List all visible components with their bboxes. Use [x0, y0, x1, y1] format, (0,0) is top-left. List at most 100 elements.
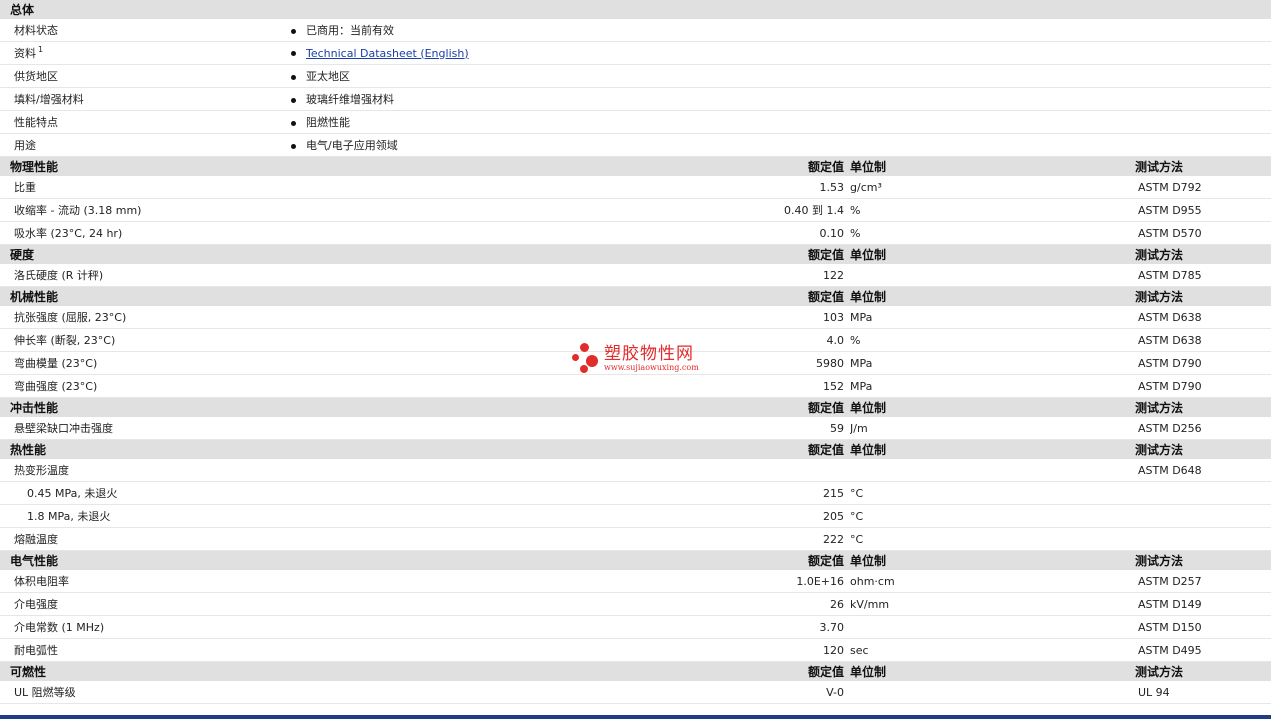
overview-value: 阻燃性能	[306, 116, 350, 129]
property-value: 4.0	[285, 328, 850, 352]
unit-header: 单位制	[850, 286, 1135, 306]
test-method: ASTM D792	[1135, 176, 1271, 199]
property-unit: MPa	[850, 374, 1135, 398]
section-title: 可燃性	[0, 661, 285, 681]
test-method: ASTM D495	[1135, 638, 1271, 662]
test-method: ASTM D638	[1135, 328, 1271, 352]
test-method: ASTM D570	[1135, 221, 1271, 245]
test-method: ASTM D149	[1135, 592, 1271, 616]
property-label: 抗张强度 (屈服, 23°C)	[0, 306, 285, 329]
section-title: 总体	[0, 0, 1271, 19]
bullet-icon	[291, 120, 296, 126]
test-method: ASTM D785	[1135, 264, 1271, 287]
property-unit: MPa	[850, 351, 1135, 375]
nominal-header: 额定值	[285, 550, 850, 570]
unit-header: 单位制	[850, 244, 1135, 264]
method-header: 测试方法	[1135, 286, 1271, 306]
method-header: 测试方法	[1135, 244, 1271, 264]
overview-row: 性能特点 阻燃性能	[0, 110, 1271, 134]
property-row: 抗张强度 (屈服, 23°C) 103 MPa ASTM D638	[0, 306, 1271, 329]
property-value: 122	[285, 264, 850, 287]
property-value: 0.10	[285, 221, 850, 245]
property-label: 热变形温度	[0, 459, 285, 482]
test-method: UL 94	[1135, 681, 1271, 704]
property-value: 120	[285, 638, 850, 662]
property-unit: %	[850, 198, 1135, 222]
test-method: ASTM D257	[1135, 570, 1271, 593]
property-row: 吸水率 (23°C, 24 hr) 0.10% ASTM D570	[0, 221, 1271, 245]
property-row: 0.45 MPa, 未退火 215 °C	[0, 481, 1271, 505]
test-method: ASTM D955	[1135, 198, 1271, 222]
property-unit: °C	[850, 527, 1135, 551]
property-unit	[850, 459, 1135, 482]
overview-value: 亚太地区	[306, 70, 350, 83]
method-header: 测试方法	[1135, 439, 1271, 459]
test-method	[1135, 504, 1271, 528]
watermark-logo: 塑胶物性网 www.sujiaowuxing.com	[572, 343, 699, 375]
unit-header: 单位制	[850, 397, 1135, 417]
property-value: 1.0E+16	[285, 570, 850, 593]
method-header: 测试方法	[1135, 661, 1271, 681]
molecule-icon	[572, 343, 602, 375]
property-label: 介电常数 (1 MHz)	[0, 615, 285, 639]
overview-label: 填料/增强材料	[0, 87, 285, 111]
overview-row: 填料/增强材料 玻璃纤维增强材料	[0, 87, 1271, 111]
property-label: 比重	[0, 176, 285, 199]
property-label: 0.45 MPa, 未退火	[0, 481, 285, 505]
property-row: 弯曲强度 (23°C) 152 MPa ASTM D790	[0, 374, 1271, 398]
property-value	[285, 459, 850, 482]
property-unit	[850, 615, 1135, 639]
nominal-header: 额定值	[285, 397, 850, 417]
section-header: 热性能 额定值 单位制 测试方法	[0, 439, 1271, 459]
overview-label: 供货地区	[0, 64, 285, 88]
property-value: 205	[285, 504, 850, 528]
unit-header: 单位制	[850, 439, 1135, 459]
nominal-header: 额定值	[285, 286, 850, 306]
property-label: 悬壁梁缺口冲击强度	[0, 417, 285, 440]
section-header: 物理性能 额定值 单位制 测试方法	[0, 156, 1271, 176]
section-header: 电气性能 额定值 单位制 测试方法	[0, 550, 1271, 570]
property-row: 悬壁梁缺口冲击强度 59 J/m ASTM D256	[0, 417, 1271, 440]
bullet-icon	[291, 51, 296, 56]
property-value: 215	[285, 481, 850, 505]
property-value: 152	[285, 374, 850, 398]
watermark-url: www.sujiaowuxing.com	[604, 363, 699, 372]
property-label: UL 阻燃等级	[0, 681, 285, 704]
property-unit: %	[850, 221, 1135, 245]
section-title: 热性能	[0, 439, 285, 459]
section-title: 硬度	[0, 244, 285, 264]
property-label: 吸水率 (23°C, 24 hr)	[0, 221, 285, 245]
nominal-header: 额定值	[285, 156, 850, 176]
property-row: 1.8 MPa, 未退火 205 °C	[0, 504, 1271, 528]
unit-header: 单位制	[850, 156, 1135, 176]
property-row: 体积电阻率 1.0E+16 ohm·cm ASTM D257	[0, 570, 1271, 593]
bottom-scroll-bar	[0, 715, 1271, 719]
section-title: 冲击性能	[0, 397, 285, 417]
property-row: 洛氏硬度 (R 计秤) 122 ASTM D785	[0, 264, 1271, 287]
method-header: 测试方法	[1135, 156, 1271, 176]
overview-value: 玻璃纤维增强材料	[306, 93, 394, 106]
bullet-icon	[291, 28, 296, 34]
property-unit: J/m	[850, 417, 1135, 440]
section-header: 可燃性 额定值 单位制 测试方法	[0, 661, 1271, 681]
section-header: 硬度 额定值 单位制 测试方法	[0, 244, 1271, 264]
overview-label: 性能特点	[0, 110, 285, 134]
property-label: 熔融温度	[0, 527, 285, 551]
property-value: 5980	[285, 351, 850, 375]
property-unit: °C	[850, 481, 1135, 505]
property-unit: %	[850, 328, 1135, 352]
property-value: 59	[285, 417, 850, 440]
bullet-icon	[291, 74, 296, 80]
unit-header: 单位制	[850, 661, 1135, 681]
property-row: 热变形温度 ASTM D648	[0, 459, 1271, 482]
overview-label: 用途	[0, 133, 285, 157]
test-method	[1135, 527, 1271, 551]
overview-row: 资料 1 Technical Datasheet (English)	[0, 41, 1271, 65]
property-row: 耐电弧性 120 sec ASTM D495	[0, 638, 1271, 662]
test-method: ASTM D256	[1135, 417, 1271, 440]
overview-label: 材料状态	[0, 19, 285, 42]
test-method: ASTM D790	[1135, 351, 1271, 375]
technical-datasheet-link[interactable]: Technical Datasheet (English)	[306, 47, 469, 60]
property-unit	[850, 264, 1135, 287]
section-header-overview: 总体	[0, 0, 1271, 19]
